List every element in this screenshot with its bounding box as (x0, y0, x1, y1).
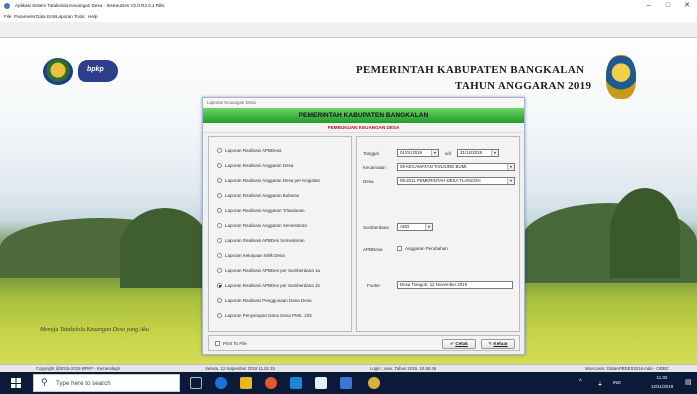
chevron-down-icon[interactable] (431, 150, 438, 156)
status-bar: Copyright @2015-2019 BPKP - Kemendagri S… (0, 364, 697, 372)
checkbox[interactable] (397, 246, 402, 251)
kecamatan-label: Kecamatan (363, 165, 386, 170)
dialog-footer: Print To File ✔ Cetak ✎ Keluar (208, 335, 520, 351)
dialog-subtitle: PEMBUKUAN KEUANGAN DESA (203, 123, 524, 133)
report-dialog: Laporan Keuangan Desa PEMERINTAH KABUPAT… (202, 97, 525, 355)
footer-label: Footer (367, 283, 381, 288)
radio-button[interactable] (217, 223, 222, 228)
menu-tools[interactable]: Tools (74, 12, 85, 22)
mail-icon[interactable] (315, 377, 327, 389)
radio-button[interactable] (217, 148, 222, 153)
action-center-icon[interactable]: ▤ (685, 378, 692, 386)
chevron-down-icon[interactable] (507, 178, 514, 184)
radio-button[interactable] (217, 208, 222, 213)
radio-button[interactable] (217, 313, 222, 318)
maximize-button[interactable]: □ (659, 0, 677, 12)
report-option[interactable]: Laporan Realisasi APBDes Semesteran (217, 238, 305, 244)
minimize-button[interactable]: – (640, 0, 658, 12)
clock-date[interactable]: 12/11/2019 (643, 384, 681, 389)
report-option[interactable]: Laporan Penyerapan Dana Desa PMK. 225 (217, 313, 312, 319)
radio-button[interactable] (217, 163, 222, 168)
header-government: PEMERINTAH KABUPATEN BANGKALAN (356, 64, 585, 76)
report-option[interactable]: Laporan Realisasi Anggaran Semesteran (217, 223, 307, 229)
chevron-down-icon[interactable] (425, 224, 432, 230)
report-options-panel: Laporan Realisasi APBDesa Laporan Realis… (208, 136, 352, 332)
report-option[interactable]: Laporan Realisasi Anggaran Desa (217, 163, 293, 169)
radio-button[interactable] (217, 238, 222, 243)
network-icon[interactable]: ⏚ (597, 379, 603, 388)
report-option-selected[interactable]: Laporan Realisasi APBDes per Sumberdana … (217, 283, 320, 289)
dialog-caption: Laporan Keuangan Desa (203, 98, 524, 107)
date-from-select[interactable]: 01/01/2019 (397, 149, 439, 157)
toolbar (0, 22, 697, 38)
apbdesa-label: APBDesa (363, 247, 383, 252)
desa-label: Desa (363, 179, 374, 184)
header-year: TAHUN ANGGARAN 2019 (455, 80, 592, 92)
date-to-select[interactable]: 31/12/2019 (457, 149, 499, 157)
store-icon[interactable] (290, 377, 302, 389)
radio-button[interactable] (217, 193, 222, 198)
task-view-icon[interactable] (190, 377, 202, 389)
app-window-icon[interactable] (340, 377, 352, 389)
close-button[interactable]: ✕ (678, 0, 696, 12)
exit-icon: ✎ (488, 341, 493, 346)
edge-browser-icon[interactable] (215, 377, 227, 389)
taskbar-search-box[interactable]: ⚲ Type here to search (33, 374, 180, 392)
chrome-icon[interactable] (265, 377, 277, 389)
file-explorer-icon[interactable] (240, 377, 252, 389)
check-icon: ✔ (450, 341, 455, 346)
kabupaten-logo (43, 58, 73, 85)
radio-button-checked[interactable] (217, 283, 222, 288)
notifications-chevron-icon[interactable]: ^ (579, 379, 582, 385)
keluar-button[interactable]: ✎ Keluar (481, 339, 515, 349)
menu-help[interactable]: Help (88, 12, 97, 22)
anggaran-perubahan-checkbox[interactable]: Anggaran Perubahan (397, 246, 448, 251)
chevron-down-icon[interactable] (491, 150, 498, 156)
desa-select[interactable]: 09.2011 PEMERINTAH DESA TLANGOH (397, 177, 515, 185)
chevron-down-icon[interactable] (507, 164, 514, 170)
cetak-button[interactable]: ✔ Cetak (442, 339, 476, 349)
radio-button[interactable] (217, 253, 222, 258)
footer-input[interactable]: Desa Tlangoh, 12 November 2019 (397, 281, 513, 289)
report-parameters-panel: Tanggal 01/01/2019 s/d 31/12/2019 Kecama… (356, 136, 520, 332)
radio-button[interactable] (217, 298, 222, 303)
report-option[interactable]: Laporan Realisasi APBDesa (217, 148, 282, 154)
menu-bar: File Parameter Data Entri Laporan Tools … (0, 12, 697, 22)
tanggal-label: Tanggal (363, 151, 379, 156)
search-placeholder: Type here to search (56, 380, 111, 387)
sumberdana-select[interactable]: ADD (397, 223, 433, 231)
kecamatan-select[interactable]: 09 KECAMATAN TANJUNG BUMI (397, 163, 515, 171)
bpkp-logo: bpkp (78, 60, 118, 82)
taskbar: ⚲ Type here to search ^ ⏚ IND 11.02 12/1… (0, 372, 697, 394)
sd-label: s/d (445, 151, 452, 156)
palm-tree (120, 208, 210, 288)
sumberdana-label: Sumberdana (363, 225, 389, 230)
language-indicator[interactable]: IND (613, 380, 621, 385)
report-option[interactable]: Laporan Realisasi Anggaran Bulanan (217, 193, 299, 199)
clock-time[interactable]: 11.02 (647, 375, 677, 380)
menu-parameter[interactable]: Parameter (14, 12, 35, 22)
window-title: Aplikasi Sistem Tatakelola Keuangan Desa… (15, 3, 165, 8)
menu-data-entri[interactable]: Data Entri (36, 12, 56, 22)
report-option[interactable]: Laporan Kekayaan Milik Desa (217, 253, 285, 259)
search-icon: ⚲ (41, 377, 48, 387)
report-option[interactable]: Laporan Realisasi Anggaran Desa per Kegi… (217, 178, 320, 184)
radio-button[interactable] (217, 178, 222, 183)
window-title-bar: Aplikasi Sistem Tatakelola Keuangan Desa… (0, 0, 697, 12)
print-to-file-checkbox[interactable]: Print To File (215, 341, 247, 346)
report-option[interactable]: Laporan Realisasi APBDes per Sumberdana … (217, 268, 320, 274)
dialog-title: PEMERINTAH KABUPATEN BANGKALAN (203, 108, 524, 123)
radio-button[interactable] (217, 268, 222, 273)
app-icon (4, 3, 10, 9)
report-option[interactable]: Laporan Realisasi Anggaran Triwulanan (217, 208, 305, 214)
palm-tree (610, 188, 680, 278)
windows-start-icon[interactable] (11, 378, 21, 388)
menu-file[interactable]: File (4, 12, 11, 22)
menu-laporan[interactable]: Laporan (56, 12, 73, 22)
bangkalan-crest (606, 55, 636, 99)
checkbox[interactable] (215, 341, 220, 346)
siskeudes-app-icon[interactable] (368, 377, 380, 389)
report-option[interactable]: Laporan Realisasi Penggunaan Dana Desa (217, 298, 312, 304)
motto-text: Menuju Tatakelola Keuangan Desa yang Aku (40, 327, 149, 333)
